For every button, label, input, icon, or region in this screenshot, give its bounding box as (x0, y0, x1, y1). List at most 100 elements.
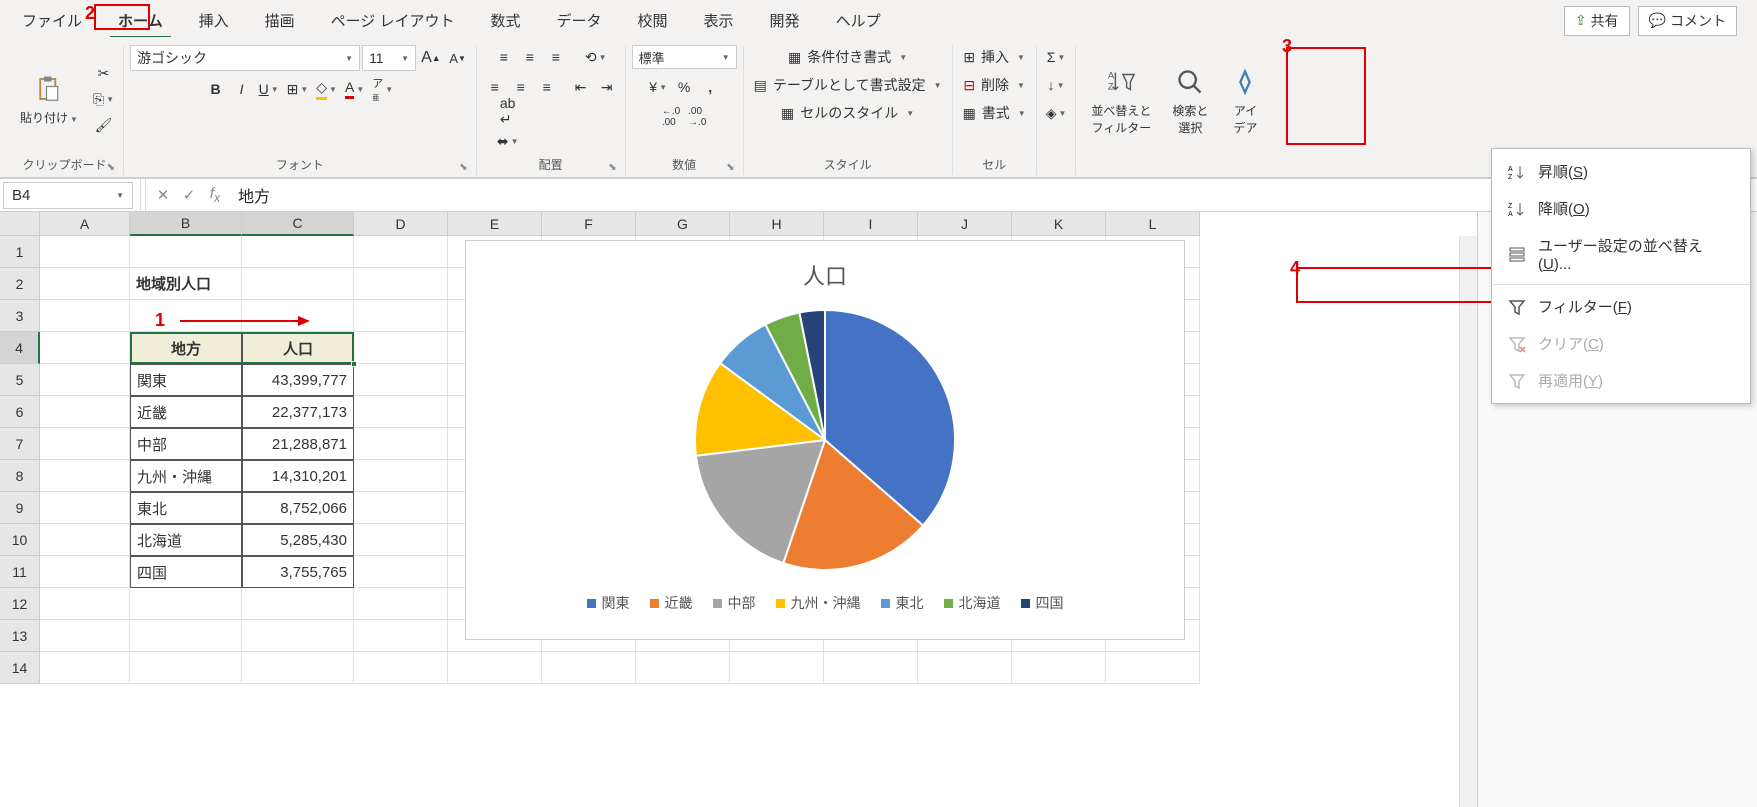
insert-cells-button[interactable]: ⊞挿入▼ (959, 45, 1029, 69)
cell-B9[interactable]: 東北 (130, 492, 242, 524)
custom-sort-item[interactable]: ユーザー設定の並べ替え(U)... (1492, 227, 1750, 281)
cell-C10[interactable]: 5,285,430 (242, 524, 354, 556)
cell-H14[interactable] (730, 652, 824, 684)
cell-D1[interactable] (354, 236, 448, 268)
cell-style-button[interactable]: ▦セルのスタイル▼ (777, 101, 918, 125)
fill-button[interactable]: ↓▼ (1044, 73, 1068, 97)
orientation-button[interactable]: ⟲▼ (582, 45, 610, 69)
cell-L14[interactable] (1106, 652, 1200, 684)
legend-item-九州・沖縄[interactable]: 九州・沖縄 (776, 593, 861, 613)
tab-挿入[interactable]: 挿入 (185, 4, 243, 37)
italic-button[interactable]: I (230, 77, 254, 101)
align-bottom-button[interactable]: ≡ (544, 45, 568, 69)
cell-D10[interactable] (354, 524, 448, 556)
row-header-9[interactable]: 9 (0, 492, 40, 524)
tab-描画[interactable]: 描画 (251, 4, 309, 37)
cell-D3[interactable] (354, 300, 448, 332)
ideas-button[interactable]: アイ デア (1220, 62, 1270, 140)
cell-A8[interactable] (40, 460, 130, 492)
delete-cells-button[interactable]: ⊟削除▼ (959, 73, 1029, 97)
comment-button[interactable]: 💬 コメント (1638, 6, 1737, 36)
tab-数式[interactable]: 数式 (476, 4, 534, 37)
cell-A2[interactable] (40, 268, 130, 300)
select-all-corner[interactable] (0, 212, 40, 236)
cell-F14[interactable] (542, 652, 636, 684)
col-header-J[interactable]: J (918, 212, 1012, 236)
row-header-13[interactable]: 13 (0, 620, 40, 652)
cell-C6[interactable]: 22,377,173 (242, 396, 354, 428)
row-header-8[interactable]: 8 (0, 460, 40, 492)
cell-C8[interactable]: 14,310,201 (242, 460, 354, 492)
cell-A9[interactable] (40, 492, 130, 524)
cell-G14[interactable] (636, 652, 730, 684)
col-header-I[interactable]: I (824, 212, 918, 236)
increase-decimal-button[interactable]: ←.0.00 (659, 105, 683, 129)
cell-B13[interactable] (130, 620, 242, 652)
cell-E14[interactable] (448, 652, 542, 684)
cell-B11[interactable]: 四国 (130, 556, 242, 588)
merge-button[interactable]: ⬌▼ (491, 129, 525, 153)
cell-C14[interactable] (242, 652, 354, 684)
copy-button[interactable]: ⎘▼ (90, 87, 117, 111)
row-header-3[interactable]: 3 (0, 300, 40, 332)
cell-A4[interactable] (40, 332, 130, 364)
paste-button[interactable]: 貼り付け▼ (12, 69, 86, 130)
legend-item-北海道[interactable]: 北海道 (944, 593, 1001, 613)
indent-decrease-button[interactable]: ⇤ (569, 75, 593, 99)
legend-item-関東[interactable]: 関東 (587, 593, 630, 613)
cell-A11[interactable] (40, 556, 130, 588)
launcher-icon[interactable]: ⬊ (459, 162, 467, 173)
col-header-B[interactable]: B (130, 212, 242, 236)
cell-C11[interactable]: 3,755,765 (242, 556, 354, 588)
col-header-F[interactable]: F (542, 212, 636, 236)
cell-B1[interactable] (130, 236, 242, 268)
cell-C5[interactable]: 43,399,777 (242, 364, 354, 396)
cell-D5[interactable] (354, 364, 448, 396)
indent-increase-button[interactable]: ⇥ (595, 75, 619, 99)
find-select-button[interactable]: 検索と 選択 (1164, 62, 1216, 140)
selection-fill-handle[interactable] (351, 361, 357, 367)
cell-A3[interactable] (40, 300, 130, 332)
format-painter-button[interactable]: 🖌 (90, 113, 117, 137)
sort-desc-item[interactable]: ZA 降順(O) (1492, 190, 1750, 227)
col-header-H[interactable]: H (730, 212, 824, 236)
tab-ホーム[interactable]: ホーム (104, 4, 177, 37)
cell-D4[interactable] (354, 332, 448, 364)
tab-校閲[interactable]: 校閲 (624, 4, 682, 37)
cell-D13[interactable] (354, 620, 448, 652)
decrease-decimal-button[interactable]: .00→.0 (685, 105, 709, 129)
cell-D9[interactable] (354, 492, 448, 524)
cell-A10[interactable] (40, 524, 130, 556)
currency-button[interactable]: ¥▼ (646, 75, 670, 99)
clear-button[interactable]: ◈▼ (1043, 101, 1070, 125)
cell-D2[interactable] (354, 268, 448, 300)
col-header-D[interactable]: D (354, 212, 448, 236)
cell-D7[interactable] (354, 428, 448, 460)
row-header-5[interactable]: 5 (0, 364, 40, 396)
tab-ページ レイアウト[interactable]: ページ レイアウト (317, 4, 469, 37)
increase-font-button[interactable]: A▲ (418, 46, 444, 70)
wrap-text-button[interactable]: ab↵ (491, 99, 525, 123)
share-button[interactable]: ⇪ 共有 (1564, 6, 1630, 36)
cell-D6[interactable] (354, 396, 448, 428)
font-size-select[interactable]: 11▼ (362, 45, 416, 71)
number-format-select[interactable]: 標準▼ (632, 45, 737, 69)
phonetic-button[interactable]: ア亜▼ (369, 77, 396, 101)
name-box[interactable]: B4▼ (3, 182, 133, 209)
cell-B5[interactable]: 関東 (130, 364, 242, 396)
cell-C1[interactable] (242, 236, 354, 268)
filter-item[interactable]: フィルター(F) (1492, 288, 1750, 325)
cut-button[interactable]: ✂ (90, 61, 117, 85)
format-cells-button[interactable]: ▦書式▼ (959, 101, 1030, 125)
row-header-4[interactable]: 4 (0, 332, 40, 364)
cell-A7[interactable] (40, 428, 130, 460)
sort-filter-button[interactable]: AZ 並べ替えと フィルター (1082, 62, 1160, 140)
cell-K14[interactable] (1012, 652, 1106, 684)
launcher-icon[interactable]: ⬊ (726, 162, 734, 173)
align-right-button[interactable]: ≡ (535, 75, 559, 99)
col-header-K[interactable]: K (1012, 212, 1106, 236)
cell-D14[interactable] (354, 652, 448, 684)
tab-ヘルプ[interactable]: ヘルプ (822, 4, 895, 37)
row-header-10[interactable]: 10 (0, 524, 40, 556)
row-header-2[interactable]: 2 (0, 268, 40, 300)
